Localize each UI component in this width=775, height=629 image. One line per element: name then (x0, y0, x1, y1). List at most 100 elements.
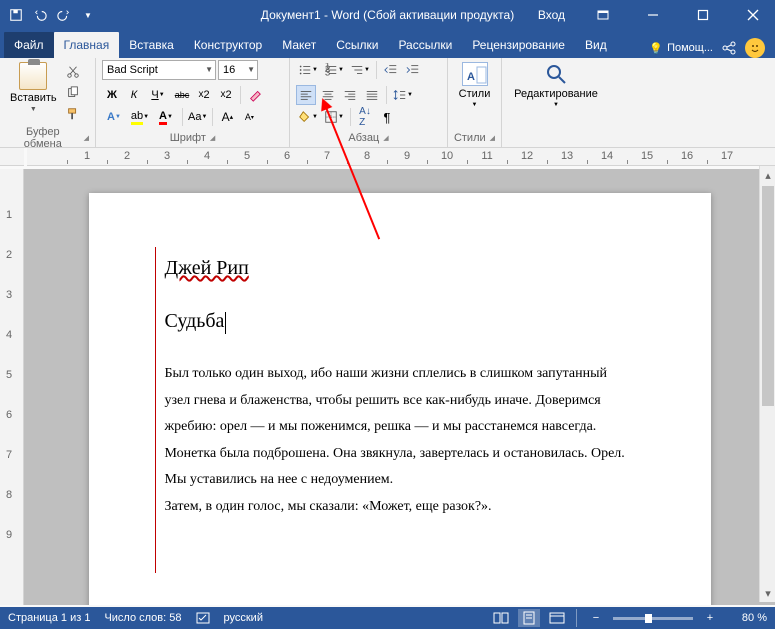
change-case-icon[interactable]: Aa▼ (187, 107, 208, 127)
status-bar: Страница 1 из 1 Число слов: 58 русский −… (0, 607, 775, 629)
multilevel-list-icon[interactable]: ▼ (348, 60, 372, 80)
signin-link[interactable]: Вход (528, 8, 575, 22)
group-editing: Редактирование ▼ (502, 58, 610, 147)
change-tracking-line (155, 247, 156, 573)
ribbon: Вставить ▼ Буфер обмена ◢ Bad Script▼ 16▼… (0, 58, 775, 148)
bullets-icon[interactable]: ▼ (296, 60, 320, 80)
tab-file[interactable]: Файл (4, 32, 54, 58)
zoom-level[interactable]: 80 % (727, 612, 767, 624)
save-icon[interactable] (6, 5, 26, 25)
paragraph-group-label: Абзац (348, 132, 379, 144)
clipboard-group-label: Буфер обмена (6, 126, 80, 150)
underline-button[interactable]: Ч▼ (146, 85, 170, 105)
italic-button[interactable]: К (124, 85, 144, 105)
ruler-vertical[interactable]: 12 34 56 78 9 (0, 169, 24, 605)
share-icon[interactable] (721, 40, 737, 56)
zoom-slider[interactable] (613, 617, 693, 620)
window-title: Документ1 - Word (Сбой активации продукт… (261, 8, 514, 22)
styles-group-label: Стили (454, 132, 486, 144)
text-effects-icon[interactable]: A▼ (102, 107, 126, 127)
feedback-icon[interactable] (745, 38, 765, 58)
status-language[interactable]: русский (224, 612, 263, 624)
paste-label: Вставить (10, 92, 57, 104)
minimize-button[interactable] (631, 0, 675, 30)
print-layout-icon[interactable] (518, 609, 540, 627)
doc-title[interactable]: Судьба (165, 310, 225, 333)
increase-indent-icon[interactable] (403, 60, 423, 80)
paragraph-dialog-icon[interactable]: ◢ (383, 134, 388, 142)
cut-icon[interactable] (63, 62, 83, 82)
close-button[interactable] (731, 0, 775, 30)
font-color-icon[interactable]: A▼ (154, 107, 178, 127)
grow-font-icon[interactable]: A▴ (217, 107, 237, 127)
font-group-label: Шрифт (170, 132, 206, 144)
font-dialog-icon[interactable]: ◢ (210, 134, 215, 142)
status-proofing-icon[interactable] (196, 611, 210, 625)
align-left-icon[interactable] (296, 85, 316, 105)
scroll-thumb[interactable] (762, 186, 774, 406)
tab-mailings[interactable]: Рассылки (388, 32, 462, 58)
styles-dialog-icon[interactable]: ◢ (490, 134, 495, 142)
bulb-icon: 💡 (649, 42, 663, 55)
undo-icon[interactable] (30, 5, 50, 25)
ruler-horizontal[interactable]: 1234567891011121314151617 (27, 148, 775, 166)
scroll-down-icon[interactable]: ▾ (762, 586, 774, 600)
clear-formatting-icon[interactable] (245, 85, 265, 105)
scroll-up-icon[interactable]: ▴ (762, 168, 774, 182)
page-area[interactable]: Джей Рип Судьба Был только один выход, и… (24, 169, 775, 605)
superscript-button[interactable]: x2 (216, 85, 236, 105)
copy-icon[interactable] (63, 83, 83, 103)
svg-text:A: A (467, 71, 475, 83)
sort-icon[interactable]: A↓Z (355, 107, 375, 127)
format-painter-icon[interactable] (63, 104, 83, 124)
tab-design[interactable]: Конструктор (184, 32, 272, 58)
editing-button[interactable]: Редактирование ▼ (508, 60, 604, 110)
maximize-button[interactable] (681, 0, 725, 30)
status-word-count[interactable]: Число слов: 58 (104, 612, 181, 624)
line-spacing-icon[interactable]: ▼ (391, 85, 415, 105)
editing-label: Редактирование (514, 88, 598, 100)
styles-icon: A (462, 62, 488, 86)
tab-references[interactable]: Ссылки (326, 32, 388, 58)
font-name-combo[interactable]: Bad Script▼ (102, 60, 216, 80)
read-mode-icon[interactable] (490, 609, 512, 627)
chevron-down-icon: ▼ (205, 65, 213, 74)
zoom-in-icon[interactable]: + (699, 609, 721, 627)
doc-author[interactable]: Джей Рип (165, 257, 635, 280)
highlight-icon[interactable]: ab▼ (128, 107, 152, 127)
qat-customize-icon[interactable]: ▼ (78, 5, 98, 25)
tab-layout[interactable]: Макет (272, 32, 326, 58)
redo-icon[interactable] (54, 5, 74, 25)
align-center-icon[interactable] (318, 85, 338, 105)
workspace: 12 34 56 78 9 Джей Рип Судьба Был только… (0, 169, 775, 605)
font-size-combo[interactable]: 16▼ (218, 60, 258, 80)
tab-insert[interactable]: Вставка (119, 32, 184, 58)
borders-icon[interactable]: ▼ (322, 107, 346, 127)
subscript-button[interactable]: x2 (194, 85, 214, 105)
styles-button[interactable]: A Стили ▼ (454, 60, 495, 110)
tab-review[interactable]: Рецензирование (462, 32, 575, 58)
web-layout-icon[interactable] (546, 609, 568, 627)
status-page[interactable]: Страница 1 из 1 (8, 612, 90, 624)
group-font: Bad Script▼ 16▼ Ж К Ч▼ abc x2 x2 A▼ ab▼ … (96, 58, 290, 147)
tab-home[interactable]: Главная (54, 32, 120, 58)
paste-button[interactable]: Вставить ▼ (6, 60, 61, 124)
show-marks-icon[interactable]: ¶ (377, 107, 397, 127)
bold-button[interactable]: Ж (102, 85, 122, 105)
tab-view[interactable]: Вид (575, 32, 617, 58)
group-styles: A Стили ▼ Стили ◢ (448, 58, 502, 147)
ribbon-display-icon[interactable] (581, 0, 625, 30)
document-page[interactable]: Джей Рип Судьба Был только один выход, и… (89, 193, 711, 605)
decrease-indent-icon[interactable] (381, 60, 401, 80)
zoom-out-icon[interactable]: − (585, 609, 607, 627)
doc-body[interactable]: Был только один выход, ибо наши жизни сп… (165, 361, 635, 521)
clipboard-dialog-icon[interactable]: ◢ (84, 134, 89, 142)
shrink-font-icon[interactable]: A▾ (239, 107, 259, 127)
shading-icon[interactable]: ▼ (296, 107, 320, 127)
vertical-scrollbar[interactable]: ▴ ▾ (759, 166, 775, 602)
tell-me[interactable]: 💡 Помощ... (649, 42, 713, 55)
align-right-icon[interactable] (340, 85, 360, 105)
numbering-icon[interactable]: 123▼ (322, 60, 346, 80)
justify-icon[interactable] (362, 85, 382, 105)
strikethrough-button[interactable]: abc (172, 85, 192, 105)
